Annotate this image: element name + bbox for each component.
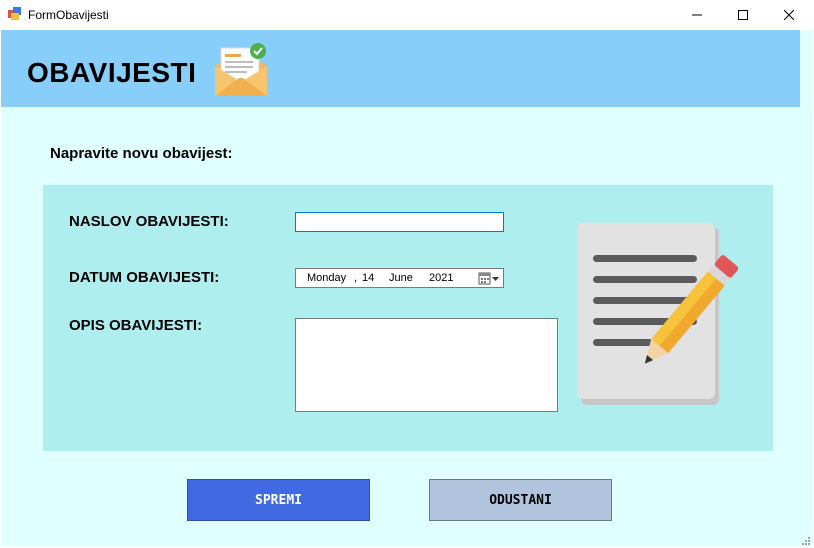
header-band: OBAVIJESTI [1,30,800,107]
description-label: OPIS OBAVIJESTI: [69,317,203,334]
minimize-icon [692,14,702,16]
cancel-button[interactable]: ODUSTANI [429,479,612,521]
page-title: OBAVIJESTI [27,57,197,88]
date-day: 14 [362,272,375,284]
form-subtitle: Napravite novu obavijest: [50,145,233,162]
resize-grip-icon[interactable] [801,536,811,546]
close-icon [784,10,794,20]
date-weekday: Monday [307,272,347,284]
title-label: NASLOV OBAVIJESTI: [69,213,229,230]
maximize-icon [738,10,748,20]
app-icon [8,7,21,20]
maximize-button[interactable] [720,0,766,30]
envelope-check-icon [215,43,267,96]
window-title: FormObavijesti [28,8,109,22]
date-picker[interactable]: Monday , 14 June 2021 [295,268,504,288]
save-button[interactable]: SPREMI [187,479,370,521]
form-panel: NASLOV OBAVIJESTI: DATUM OBAVIJESTI: Mon… [43,185,773,451]
close-button[interactable] [766,0,812,30]
notepad-pencil-icon [577,223,739,405]
date-label: DATUM OBAVIJESTI: [69,269,220,286]
minimize-button[interactable] [674,0,720,30]
calendar-dropdown-icon[interactable] [477,271,501,286]
title-bar: FormObavijesti [0,0,814,30]
form-client-area: OBAVIJESTI Napravite novu obavijest: NAS… [1,30,813,546]
date-year: 2021 [429,272,454,284]
date-separator: , [354,272,358,284]
description-textarea[interactable] [295,318,558,412]
title-input[interactable] [295,212,504,232]
date-month: June [389,272,413,284]
